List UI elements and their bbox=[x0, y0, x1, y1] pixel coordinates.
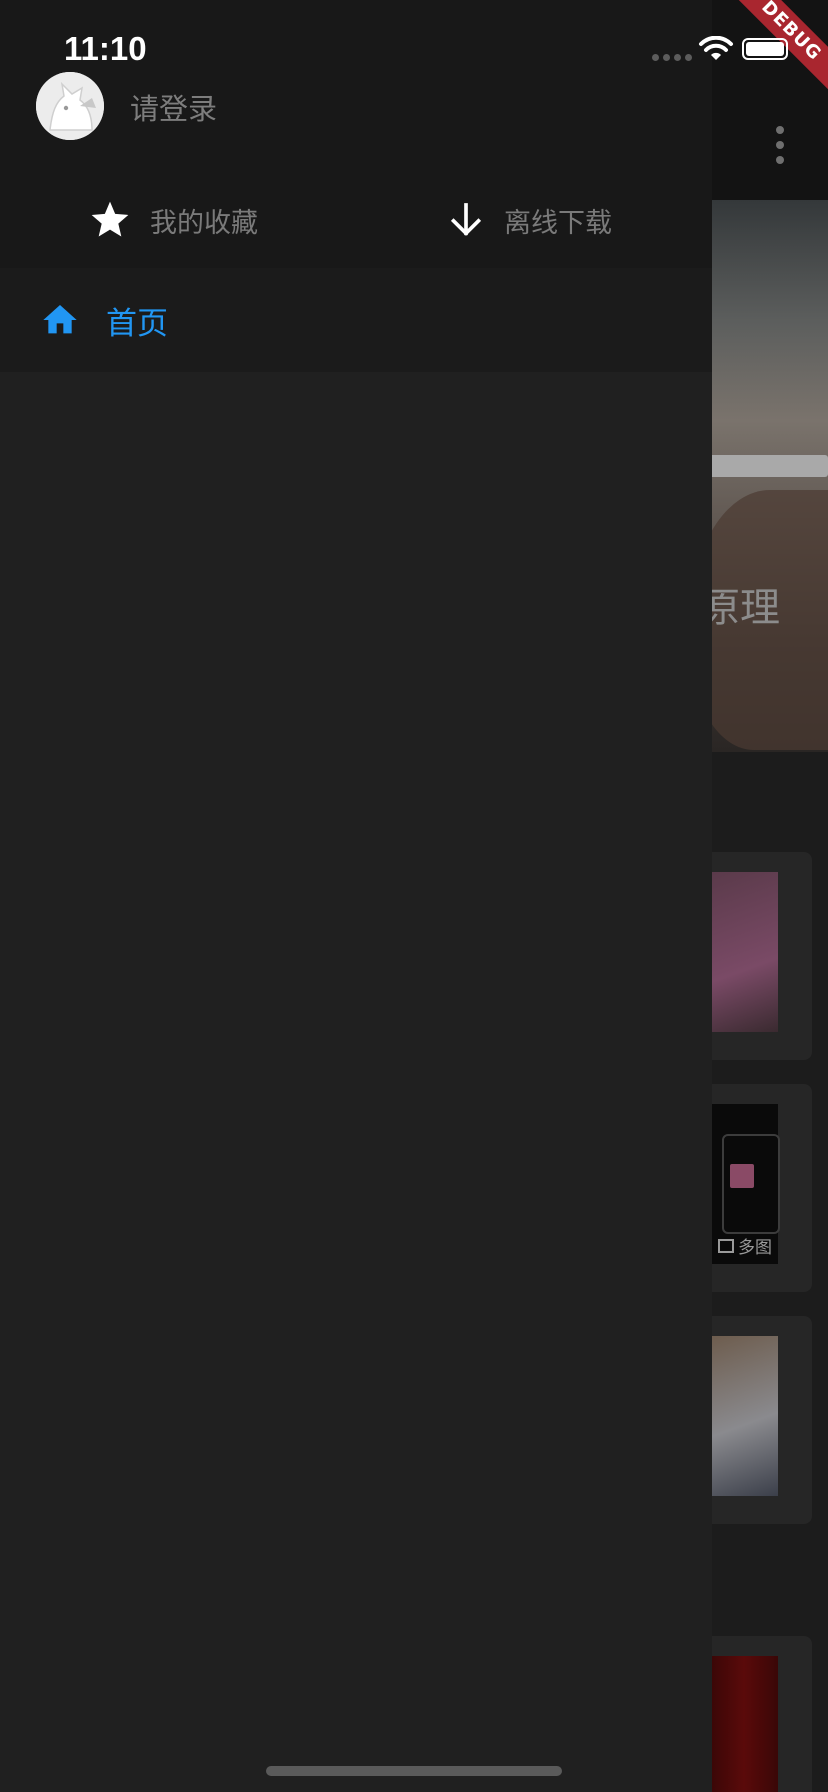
article-thumbnail bbox=[710, 1336, 778, 1496]
home-indicator[interactable] bbox=[266, 1766, 562, 1776]
drawer-item-home[interactable]: 首页 bbox=[0, 268, 712, 372]
avatar-dog-icon[interactable] bbox=[36, 72, 104, 140]
article-thumbnail bbox=[710, 1656, 778, 1792]
multi-image-badge: 多图 bbox=[718, 1233, 772, 1258]
battery-icon bbox=[742, 38, 788, 60]
login-prompt[interactable]: 请登录 bbox=[130, 86, 217, 128]
article-thumbnail: 多图 bbox=[710, 1104, 780, 1264]
drawer-item-home-label: 首页 bbox=[106, 305, 168, 342]
phone-image bbox=[722, 1134, 780, 1234]
signal-icon bbox=[652, 54, 692, 61]
download-icon bbox=[450, 203, 482, 236]
wifi-icon bbox=[699, 36, 733, 60]
offline-download-label: 离线下载 bbox=[504, 207, 612, 239]
gallery-icon bbox=[718, 1238, 734, 1253]
star-icon bbox=[91, 201, 129, 237]
home-icon bbox=[43, 305, 77, 334]
offline-download-button[interactable]: 离线下载 bbox=[446, 196, 612, 244]
favorites-label: 我的收藏 bbox=[150, 207, 258, 239]
article-thumbnail bbox=[710, 872, 778, 1032]
hero-title: 原理 bbox=[700, 585, 780, 631]
hero-image-detail bbox=[700, 455, 828, 477]
status-time: 11:10 bbox=[64, 30, 147, 67]
navigation-drawer: 请登录 我的收藏 离线下载 首页 bbox=[0, 0, 712, 1792]
favorites-button[interactable]: 我的收藏 bbox=[88, 196, 258, 244]
multi-image-label: 多图 bbox=[738, 1238, 772, 1258]
more-vert-icon[interactable] bbox=[770, 126, 790, 164]
